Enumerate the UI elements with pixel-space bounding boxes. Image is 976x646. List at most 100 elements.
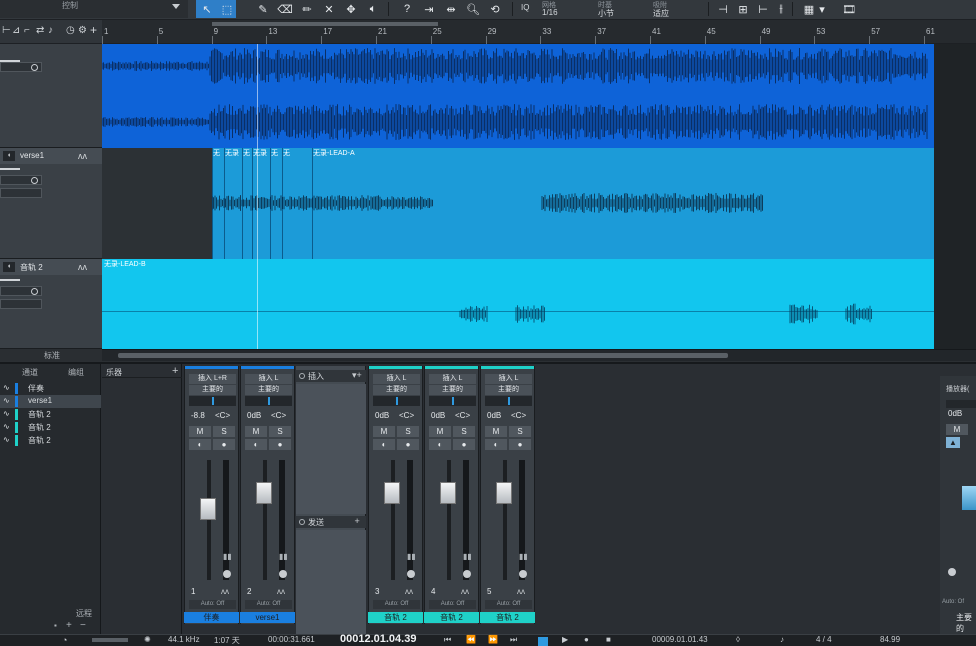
channel-list-item[interactable]: ∿ 伴奏 [0,382,101,395]
output-select[interactable]: 主要的 [429,385,476,395]
audio-event[interactable]: 无无录无无录无无无录-LEAD-A [212,148,934,259]
arrange-view[interactable]: 无无录无无录无无无录-LEAD-A 无录-LEAD-B [102,44,976,349]
mute-button[interactable]: M [189,426,211,437]
arrange-horizontal-scrollbar[interactable] [102,349,976,361]
chevron-down-icon[interactable]: ▾ [816,0,828,18]
help-icon[interactable]: ? [396,0,418,18]
zoom-icon[interactable]: 🔍︎ [462,0,484,18]
automation-icon[interactable]: ⊿ [12,25,20,36]
volume-fader[interactable] [496,482,512,504]
stop-icon[interactable]: ■ [606,635,611,644]
channel-list-item[interactable]: ∿ 音轨 2 [0,434,101,447]
folder-icon[interactable]: ♪ [48,25,53,36]
bend-tool-icon[interactable]: ✥ [340,0,362,18]
track-monitor-control[interactable] [0,62,42,72]
track-name[interactable]: 音轨 2 [20,262,43,273]
channel-name-label[interactable]: 音轨 2 [368,612,423,623]
zoom-label[interactable]: 标准 [44,350,60,361]
track-input-select[interactable] [0,175,42,185]
pan-slider[interactable] [373,396,420,406]
channel-name-label[interactable]: 音轨 2 [424,612,479,623]
knob-icon[interactable] [279,570,287,578]
fader-track[interactable] [447,460,451,580]
snap-icon[interactable]: ⇥ [418,0,440,18]
channel-name-label[interactable]: 音轨 2 [480,612,535,623]
track-header-1[interactable] [0,44,102,148]
inserts-section[interactable]: 插入 ▾+ [296,370,366,382]
power-icon[interactable] [299,519,305,525]
track-output-select[interactable] [0,188,42,198]
metronome-icon[interactable]: ▲ [946,437,960,448]
pan-value[interactable]: <C> [455,411,470,420]
film-icon[interactable]: 🎞︎ [838,0,860,18]
record-arm-icon[interactable]: ● [269,439,291,450]
automation-mode-select[interactable]: Auto: Off [189,600,236,609]
monitor-icon[interactable]: ◖ [3,151,15,161]
clock-icon[interactable]: ◷ [66,25,75,36]
main-pan[interactable] [946,400,976,408]
mute-button[interactable]: M [485,426,507,437]
solo-button[interactable]: S [509,426,531,437]
mute-button[interactable]: M [429,426,451,437]
add-icon[interactable]: + [66,620,72,631]
channels-tab[interactable]: 通道 [22,367,38,378]
fader-track[interactable] [503,460,507,580]
network-icon[interactable]: ✺ [144,635,151,644]
pan-value[interactable]: <C> [271,411,286,420]
monitor-icon[interactable]: ◐ [245,439,267,450]
main-volume[interactable]: 0dB [948,409,962,418]
monitor-icon[interactable]: ◖ [3,262,15,272]
add-instrument-icon[interactable]: + [172,365,178,377]
track-output-select[interactable] [0,299,42,309]
power-icon[interactable] [299,373,305,379]
record-icon[interactable]: ● [584,635,589,644]
channel-name-label[interactable]: 伴奏 [184,612,239,623]
automation-mode-select[interactable]: Auto: Off [373,600,420,609]
add-track-icon[interactable]: + [90,23,97,37]
forward-icon[interactable]: ⏩ [488,635,498,644]
timeline-ruler[interactable]: 1 5 9 13 17 21 25 29 33 37 41 45 49 53 57 61 [102,20,976,44]
channel-list-item[interactable]: ∿ verse1 [0,395,101,408]
scissors-icon[interactable]: ⫲ [770,0,792,18]
click-icon[interactable]: ♪ [780,635,784,644]
record-arm-icon[interactable]: ● [509,439,531,450]
pan-slider[interactable] [245,396,292,406]
knob-icon[interactable] [407,570,415,578]
add-send-icon[interactable]: + [352,516,360,526]
track-header-2[interactable]: ◖ verse1 ᴧᴧ [0,148,102,259]
automation-mode-select[interactable]: Auto: Off [245,600,292,609]
solo-button[interactable]: S [269,426,291,437]
track-input-select[interactable] [0,286,42,296]
input-select[interactable]: 插入 L+R [189,374,236,384]
rewind-icon[interactable]: ⏪ [466,635,476,644]
lock-icon[interactable]: ▪ [54,621,57,630]
solo-button[interactable]: S [213,426,235,437]
volume-fader[interactable] [200,498,216,520]
fader-track[interactable] [391,460,395,580]
channel-list-item[interactable]: ∿ 音轨 2 [0,408,101,421]
record-arm-icon[interactable]: ● [213,439,235,450]
arrow-tool-icon[interactable]: ↖ [196,0,218,18]
knob-icon[interactable] [519,570,527,578]
output-select[interactable]: 主要的 [373,385,420,395]
output-select[interactable]: 主要的 [245,385,292,395]
nudge-icon[interactable]: ⊞ [732,0,754,18]
time-signature[interactable]: 4 / 4 [816,635,832,644]
sends-section[interactable]: 发送 + [296,516,366,528]
scroll-thumb[interactable] [118,353,728,358]
track-name[interactable]: verse1 [20,151,44,160]
volume-fader[interactable] [256,482,272,504]
loop-button[interactable] [538,637,548,646]
quantize-button[interactable]: IQ [521,3,529,12]
loop-range-bar[interactable] [212,22,438,26]
volume-value[interactable]: 0dB [431,411,445,420]
input-select[interactable]: 插入 L [373,374,420,384]
volume-value[interactable]: 0dB [375,411,389,420]
input-select[interactable]: 插入 L [485,374,532,384]
remote-label[interactable]: 远程 [76,608,92,619]
inspector-icon[interactable]: ⌐ [24,25,30,36]
pan-value[interactable]: <C> [399,411,414,420]
grid-select[interactable]: 1/16 [542,8,558,17]
main-mute-button[interactable]: M [946,424,968,435]
loop-end-display[interactable]: 00009.01.01.43 [652,635,708,644]
